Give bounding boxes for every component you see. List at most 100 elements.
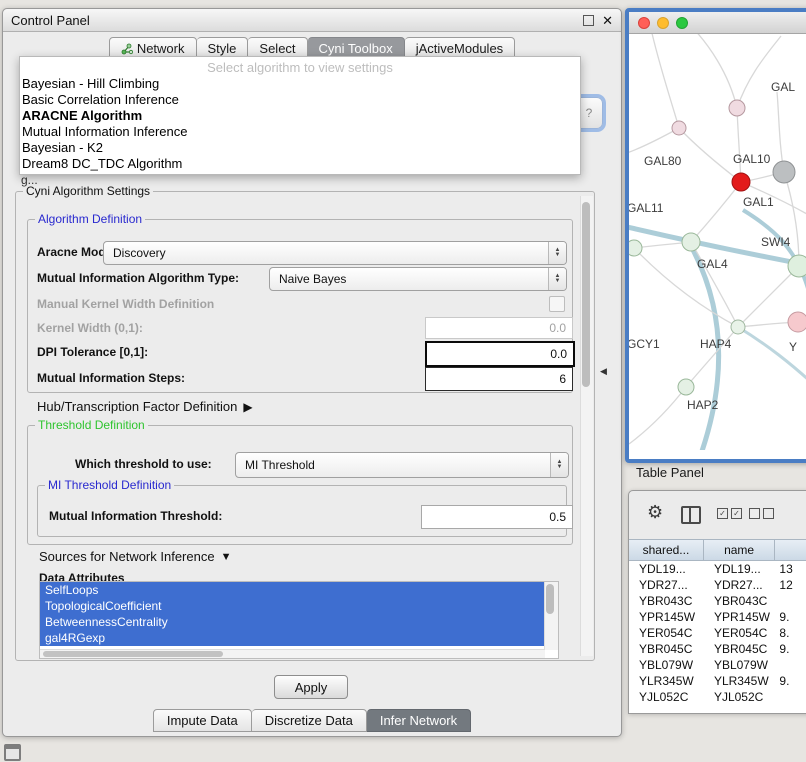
menu-placeholder: Select algorithm to view settings — [20, 59, 580, 76]
scrollbar-thumb[interactable] — [43, 651, 223, 657]
cell: YPR145W — [704, 609, 775, 625]
float-window-icon[interactable] — [583, 15, 594, 26]
cell: YER054C — [704, 625, 775, 641]
network-canvas[interactable]: GAL GAL80 GAL10 GAL11 GAL1 SWI4 GAL4 GCY… — [629, 34, 806, 450]
menu-item[interactable]: Bayesian - Hill Climbing — [20, 76, 580, 92]
zoom-button[interactable] — [676, 17, 688, 29]
mi-steps-value: 6 — [559, 372, 566, 386]
cell — [775, 593, 806, 609]
node-green[interactable] — [682, 233, 700, 251]
window-title: Control Panel — [11, 13, 90, 28]
network-icon — [121, 43, 133, 55]
mi-type-select[interactable]: Naive Bayes ▲▼ — [269, 267, 567, 291]
hub-definition-header[interactable]: Hub/Transcription Factor Definition ▶ — [37, 399, 253, 414]
node-green[interactable] — [629, 240, 642, 256]
which-threshold-select[interactable]: MI Threshold ▲▼ — [235, 452, 569, 478]
mi-threshold-input[interactable]: 0.5 — [421, 505, 573, 529]
close-icon[interactable]: ✕ — [602, 14, 613, 27]
node-label: GAL80 — [644, 154, 682, 168]
column-browser-icon[interactable] — [681, 506, 701, 524]
cell: YDL19... — [629, 561, 704, 577]
node-label: GAL — [771, 80, 795, 94]
chevron-down-icon: ▼ — [221, 551, 232, 563]
minimize-button[interactable] — [657, 17, 669, 29]
menu-item[interactable]: Dream8 DC_TDC Algorithm — [20, 156, 580, 172]
table-row[interactable]: YBL079W YBL079W — [629, 657, 806, 673]
cell: YDL19... — [704, 561, 775, 577]
table-body: YDL19... YDL19... 13 YDR27... YDR27... 1… — [629, 561, 806, 714]
node-green[interactable] — [788, 255, 806, 277]
node-pink[interactable] — [788, 312, 806, 332]
combo-arrows-icon: ▲▼ — [548, 268, 566, 290]
node-label: Y — [789, 340, 797, 354]
tab-discretize-data[interactable]: Discretize Data — [252, 709, 367, 732]
menu-item[interactable]: Mutual Information Inference — [20, 124, 580, 140]
column-header[interactable]: shared... — [629, 540, 704, 560]
dpi-tolerance-input[interactable]: 0.0 — [425, 341, 575, 367]
table-row[interactable]: YER054C YER054C 8. — [629, 625, 806, 641]
list-item-selected[interactable]: SelfLoops — [40, 582, 545, 598]
menu-item-selected[interactable]: ARACNE Algorithm — [20, 108, 580, 124]
group-title: Cyni Algorithm Settings — [23, 184, 153, 198]
node-pink[interactable] — [729, 100, 745, 116]
mi-steps-input[interactable]: 6 — [425, 367, 573, 391]
table-row[interactable]: YDR27... YDR27... 12 — [629, 577, 806, 593]
tab-label: jActiveModules — [416, 41, 503, 56]
mi-threshold-label: Mutual Information Threshold: — [49, 505, 222, 527]
tab-infer-network[interactable]: Infer Network — [367, 709, 471, 732]
deselect-all-icon[interactable] — [749, 508, 774, 519]
list-scrollbar[interactable] — [544, 582, 558, 650]
node-green[interactable] — [731, 320, 745, 334]
gear-icon[interactable]: ⚙ — [647, 503, 663, 521]
column-header[interactable]: name — [704, 540, 775, 560]
column-header[interactable] — [775, 540, 806, 560]
menu-item[interactable]: Bayesian - K2 — [20, 140, 580, 156]
select-all-icon[interactable]: ✓✓ — [717, 508, 742, 519]
scrollbar-thumb[interactable] — [546, 584, 554, 614]
list-hscrollbar[interactable] — [40, 649, 545, 658]
list-item-selected[interactable]: TopologicalCoefficient — [40, 598, 545, 614]
node-hub-gray[interactable] — [773, 161, 795, 183]
tab-label: Cyni Toolbox — [319, 41, 393, 56]
list-item-selected[interactable]: BetweennessCentrality — [40, 614, 545, 630]
node-label: HAP2 — [687, 398, 719, 412]
tab-impute-data[interactable]: Impute Data — [153, 709, 252, 732]
table-row[interactable]: YPR145W YPR145W 9. — [629, 609, 806, 625]
settings-scrollbar[interactable] — [580, 196, 593, 656]
table-row[interactable]: YBR043C YBR043C — [629, 593, 806, 609]
mi-type-label: Mutual Information Algorithm Type: — [37, 267, 239, 289]
cell: 13 — [775, 561, 806, 577]
control-panel-titlebar[interactable]: Control Panel ✕ — [3, 9, 621, 32]
node-green[interactable] — [678, 379, 694, 395]
network-view-titlebar[interactable] — [629, 12, 806, 34]
restore-panel-icon[interactable] — [4, 744, 21, 761]
kernel-width-input[interactable]: 0.0 — [425, 317, 573, 339]
cell: YER054C — [629, 625, 704, 641]
sources-header[interactable]: Sources for Network Inference ▼ — [39, 549, 231, 564]
node-label: GAL10 — [733, 152, 771, 166]
table-row[interactable]: YBR045C YBR045C 9. — [629, 641, 806, 657]
cell: YBR045C — [704, 641, 775, 657]
table-row[interactable]: YLR345W YLR345W 9. — [629, 673, 806, 689]
aracne-mode-select[interactable]: Discovery ▲▼ — [103, 241, 567, 265]
apply-button-label: Apply — [295, 680, 328, 695]
manual-kernel-checkbox[interactable] — [549, 296, 565, 312]
table-row[interactable]: YJL052C YJL052C — [629, 689, 806, 705]
list-item-selected[interactable]: gal4RGexp — [40, 630, 545, 646]
cell: YLR345W — [704, 673, 775, 689]
cell: YBR043C — [704, 593, 775, 609]
kernel-width-label: Kernel Width (0,1): — [37, 317, 143, 339]
panel-divider-collapse-icon[interactable]: ◀ — [600, 366, 607, 377]
table-row[interactable]: YDL19... YDL19... 13 — [629, 561, 806, 577]
menu-item[interactable]: Basic Correlation Inference — [20, 92, 580, 108]
aracne-mode-value: Discovery — [104, 246, 166, 260]
close-button[interactable] — [638, 17, 650, 29]
cell: YDR27... — [629, 577, 704, 593]
node-gal10-selected[interactable] — [732, 173, 750, 191]
group-title: MI Threshold Definition — [45, 478, 174, 492]
which-threshold-label: Which threshold to use: — [75, 453, 212, 475]
scrollbar-thumb[interactable] — [582, 202, 590, 387]
node-label: GAL11 — [629, 201, 664, 215]
apply-button[interactable]: Apply — [274, 675, 348, 699]
node-pink[interactable] — [672, 121, 686, 135]
